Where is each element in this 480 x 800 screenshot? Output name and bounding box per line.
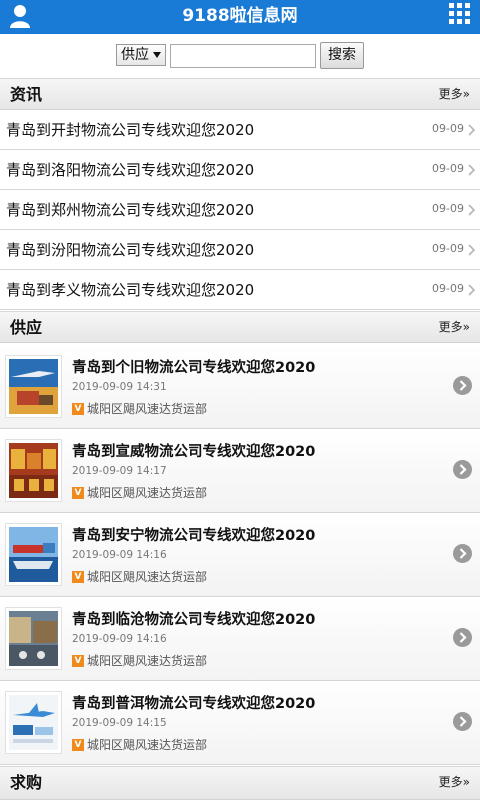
supply-item-company: 城阳区飓风速达货运部 bbox=[87, 654, 208, 668]
verified-badge-icon: V bbox=[72, 487, 84, 499]
supply-item-title: 青岛到安宁物流公司专线欢迎您2020 bbox=[72, 528, 316, 544]
supply-item-title: 青岛到临沧物流公司专线欢迎您2020 bbox=[72, 612, 316, 628]
site-title: 9188啦信息网 bbox=[182, 6, 298, 26]
news-item-date: 09-09 bbox=[432, 122, 464, 135]
supply-item[interactable]: 青岛到临沧物流公司专线欢迎您2020 2019-09-09 14:16 V 城阳… bbox=[0, 597, 480, 681]
supply-item-company: 城阳区飓风速达货运部 bbox=[87, 738, 208, 752]
top-bar: 9188啦信息网 bbox=[0, 0, 480, 34]
arrow-right-circle-icon[interactable] bbox=[453, 376, 472, 395]
news-item-title: 青岛到洛阳物流公司专线欢迎您2020 bbox=[6, 161, 255, 179]
news-item-title: 青岛到开封物流公司专线欢迎您2020 bbox=[6, 121, 255, 139]
supply-thumbnail bbox=[5, 523, 62, 586]
supply-item[interactable]: 青岛到宣威物流公司专线欢迎您2020 2019-09-09 14:17 V 城阳… bbox=[0, 429, 480, 513]
news-item-title: 青岛到郑州物流公司专线欢迎您2020 bbox=[6, 201, 255, 219]
supply-thumbnail bbox=[5, 691, 62, 754]
news-item-title: 青岛到孝义物流公司专线欢迎您2020 bbox=[6, 281, 255, 299]
grid-menu-icon[interactable] bbox=[449, 3, 471, 25]
purchase-more-link[interactable]: 更多» bbox=[439, 767, 470, 798]
search-button[interactable]: 搜索 bbox=[320, 42, 364, 69]
news-more-link[interactable]: 更多» bbox=[439, 79, 470, 110]
news-item[interactable]: 青岛到汾阳物流公司专线欢迎您2020 09-09 bbox=[0, 230, 480, 270]
news-item[interactable]: 青岛到郑州物流公司专线欢迎您2020 09-09 bbox=[0, 190, 480, 230]
verified-badge-icon: V bbox=[72, 403, 84, 415]
category-select[interactable]: 供应 bbox=[116, 44, 166, 66]
news-item-date: 09-09 bbox=[432, 162, 464, 175]
verified-badge-icon: V bbox=[72, 739, 84, 751]
chevron-right-icon bbox=[468, 284, 476, 296]
supply-item[interactable]: 青岛到普洱物流公司专线欢迎您2020 2019-09-09 14:15 V 城阳… bbox=[0, 681, 480, 765]
news-item-date: 09-09 bbox=[432, 202, 464, 215]
news-item-date: 09-09 bbox=[432, 282, 464, 295]
purchase-section-header: 求购 更多» bbox=[0, 766, 480, 800]
search-input[interactable] bbox=[170, 44, 316, 68]
chevron-down-icon bbox=[153, 52, 161, 58]
supply-item-time: 2019-09-09 14:16 bbox=[72, 549, 167, 561]
news-item[interactable]: 青岛到孝义物流公司专线欢迎您2020 09-09 bbox=[0, 270, 480, 310]
arrow-right-circle-icon[interactable] bbox=[453, 712, 472, 731]
supply-item-time: 2019-09-09 14:16 bbox=[72, 633, 167, 645]
news-section-title: 资讯 bbox=[10, 85, 43, 104]
supply-section-header: 供应 更多» bbox=[0, 311, 480, 343]
supply-item-title: 青岛到个旧物流公司专线欢迎您2020 bbox=[72, 360, 316, 376]
supply-item-company: 城阳区飓风速达货运部 bbox=[87, 402, 208, 416]
category-select-value: 供应 bbox=[121, 47, 149, 63]
arrow-right-circle-icon[interactable] bbox=[453, 628, 472, 647]
search-bar: 供应 搜索 bbox=[0, 34, 480, 78]
supply-item-time: 2019-09-09 14:17 bbox=[72, 465, 167, 477]
supply-item-company: 城阳区飓风速达货运部 bbox=[87, 570, 208, 584]
supply-thumbnail bbox=[5, 439, 62, 502]
supply-item-title: 青岛到宣威物流公司专线欢迎您2020 bbox=[72, 444, 316, 460]
supply-section-title: 供应 bbox=[10, 318, 43, 337]
chevron-right-icon bbox=[468, 204, 476, 216]
supply-item[interactable]: 青岛到安宁物流公司专线欢迎您2020 2019-09-09 14:16 V 城阳… bbox=[0, 513, 480, 597]
arrow-right-circle-icon[interactable] bbox=[453, 544, 472, 563]
supply-thumbnail bbox=[5, 355, 62, 418]
arrow-right-circle-icon[interactable] bbox=[453, 460, 472, 479]
supply-item[interactable]: 青岛到个旧物流公司专线欢迎您2020 2019-09-09 14:31 V 城阳… bbox=[0, 345, 480, 429]
purchase-section-title: 求购 bbox=[10, 773, 43, 792]
supply-item-title: 青岛到普洱物流公司专线欢迎您2020 bbox=[72, 696, 316, 712]
news-item-title: 青岛到汾阳物流公司专线欢迎您2020 bbox=[6, 241, 255, 259]
chevron-right-icon bbox=[468, 164, 476, 176]
news-section-header: 资讯 更多» bbox=[0, 78, 480, 110]
verified-badge-icon: V bbox=[72, 655, 84, 667]
supply-more-link[interactable]: 更多» bbox=[439, 312, 470, 343]
supply-item-time: 2019-09-09 14:15 bbox=[72, 717, 167, 729]
news-item[interactable]: 青岛到洛阳物流公司专线欢迎您2020 09-09 bbox=[0, 150, 480, 190]
supply-thumbnail bbox=[5, 607, 62, 670]
supply-item-time: 2019-09-09 14:31 bbox=[72, 381, 167, 393]
news-item[interactable]: 青岛到开封物流公司专线欢迎您2020 09-09 bbox=[0, 110, 480, 150]
news-item-date: 09-09 bbox=[432, 242, 464, 255]
verified-badge-icon: V bbox=[72, 571, 84, 583]
chevron-right-icon bbox=[468, 124, 476, 136]
supply-item-company: 城阳区飓风速达货运部 bbox=[87, 486, 208, 500]
chevron-right-icon bbox=[468, 244, 476, 256]
